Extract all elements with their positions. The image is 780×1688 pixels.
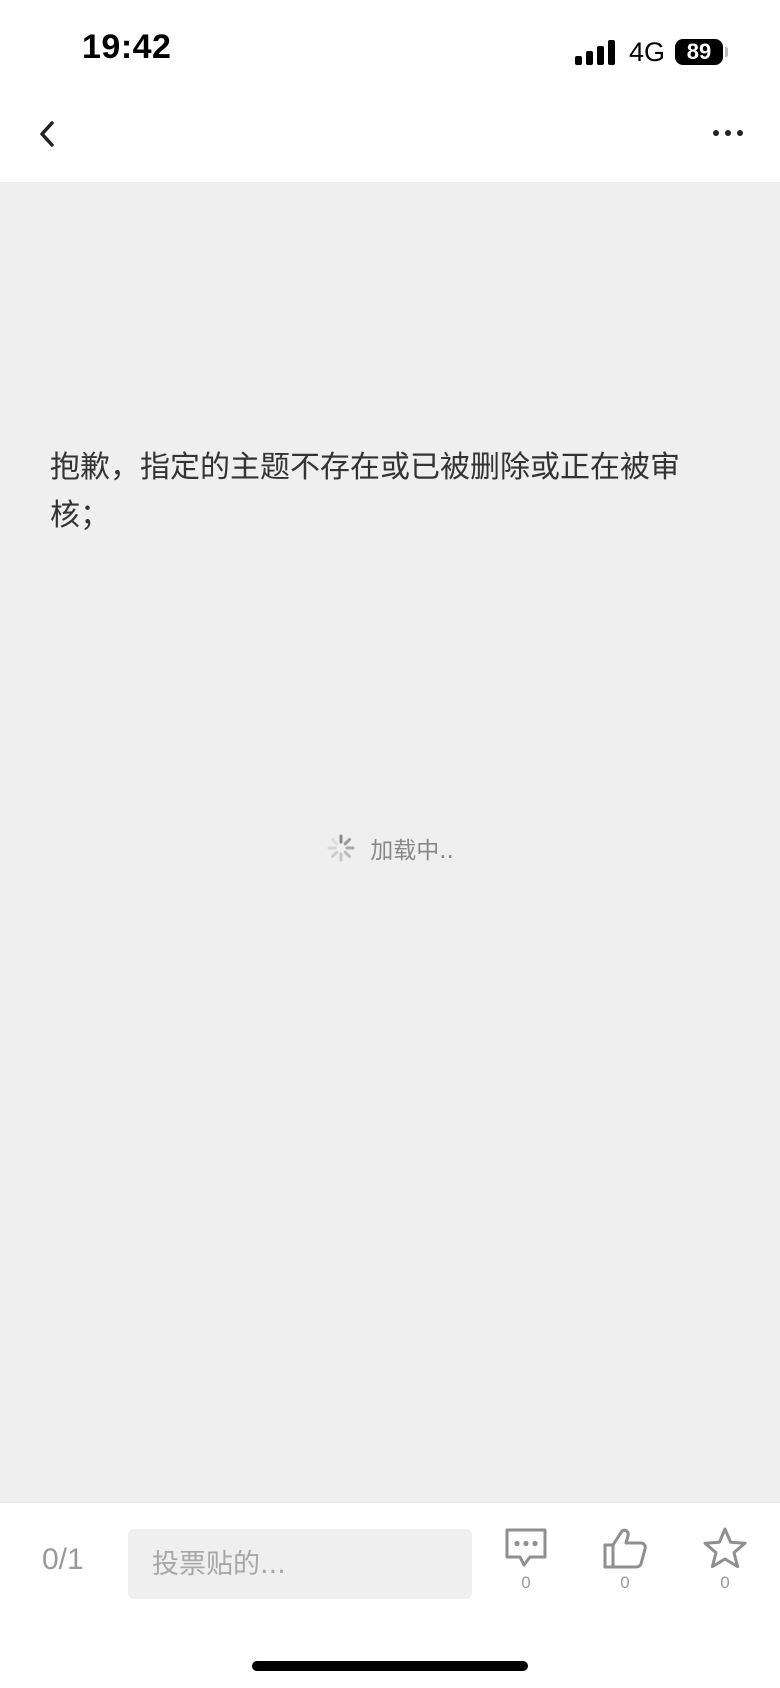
more-button[interactable]	[706, 118, 750, 148]
battery-tip	[725, 47, 728, 57]
back-button[interactable]	[28, 114, 68, 154]
star-icon	[703, 1527, 747, 1569]
comments-count: 0	[521, 1573, 531, 1592]
favorites-count: 0	[720, 1573, 730, 1592]
like-button[interactable]: 0	[595, 1527, 655, 1593]
loading-indicator: 加载中..	[0, 828, 780, 868]
more-dot	[713, 130, 719, 136]
thumbs-up-icon	[603, 1528, 647, 1569]
nav-bar	[0, 96, 780, 182]
network-label: 4G	[628, 36, 665, 67]
page-counter: 0/1	[42, 1543, 84, 1576]
status-time: 19:42	[82, 28, 172, 66]
signal-bars-icon	[574, 39, 615, 65]
battery-icon: 89	[675, 39, 728, 65]
status-indicators: 4G 89	[574, 36, 728, 68]
chevron-left-icon	[40, 121, 54, 147]
more-dot	[725, 130, 731, 136]
loading-label: 加载中..	[370, 838, 454, 864]
bottom-toolbar: 0/1 0 0 0	[0, 1502, 780, 1688]
comments-button[interactable]: 0	[496, 1527, 556, 1593]
more-dot	[737, 130, 743, 136]
home-indicator	[252, 1661, 528, 1671]
error-message: 抱歉，指定的主题不存在或已被删除或正在被审核；	[50, 450, 680, 533]
spinner-icon	[327, 834, 355, 862]
status-bar: 19:42 4G 89	[0, 0, 780, 96]
likes-count: 0	[620, 1573, 630, 1592]
battery-level: 89	[675, 39, 723, 65]
main-content: 抱歉，指定的主题不存在或已被删除或正在被审核； 加载中..	[0, 182, 780, 1502]
favorite-button[interactable]: 0	[695, 1527, 755, 1593]
comment-input[interactable]	[128, 1529, 472, 1599]
comment-bubble-icon	[505, 1528, 547, 1567]
